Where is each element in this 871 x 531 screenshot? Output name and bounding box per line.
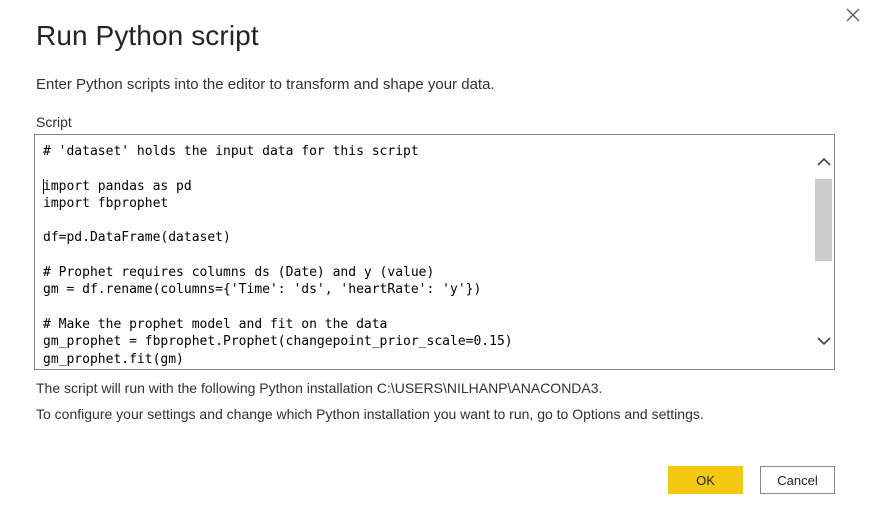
scroll-thumb[interactable] <box>815 179 832 261</box>
close-icon <box>846 8 860 22</box>
code-line: gm = df.rename(columns={'Time': 'ds', 'h… <box>43 282 482 298</box>
python-installation-info: The script will run with the following P… <box>36 380 603 396</box>
code-line: import pandas as pd <box>43 178 192 194</box>
text-caret <box>43 179 44 194</box>
script-editor[interactable]: # 'dataset' holds the input data for thi… <box>34 134 835 370</box>
code-line: gm_prophet = fbprophet.Prophet(changepoi… <box>43 334 513 350</box>
scroll-up-button[interactable] <box>813 151 834 171</box>
code-line: # 'dataset' holds the input data for thi… <box>43 144 419 159</box>
settings-info: To configure your settings and change wh… <box>36 406 704 422</box>
code-line: import fbprophet <box>43 195 169 211</box>
script-label: Script <box>36 114 72 130</box>
chevron-up-icon <box>816 157 831 166</box>
chevron-down-icon <box>816 336 831 345</box>
run-python-script-dialog: Run Python script Enter Python scripts i… <box>0 0 871 531</box>
code-line: # Prophet requires columns ds (Date) and… <box>43 265 435 281</box>
ok-button[interactable]: OK <box>668 466 743 494</box>
dialog-subtitle: Enter Python scripts into the editor to … <box>36 76 495 93</box>
editor-scrollbar[interactable] <box>813 135 834 369</box>
code-line: df=pd.DataFrame(dataset) <box>43 230 231 246</box>
close-button[interactable] <box>842 4 864 26</box>
scroll-down-button[interactable] <box>813 331 834 351</box>
dialog-title: Run Python script <box>36 20 259 51</box>
code-line: gm_prophet.fit(gm) <box>43 351 184 367</box>
code-line: # Make the prophet model and fit on the … <box>43 316 388 332</box>
script-code[interactable]: # 'dataset' holds the input data for thi… <box>43 143 813 368</box>
cancel-button[interactable]: Cancel <box>760 466 835 494</box>
